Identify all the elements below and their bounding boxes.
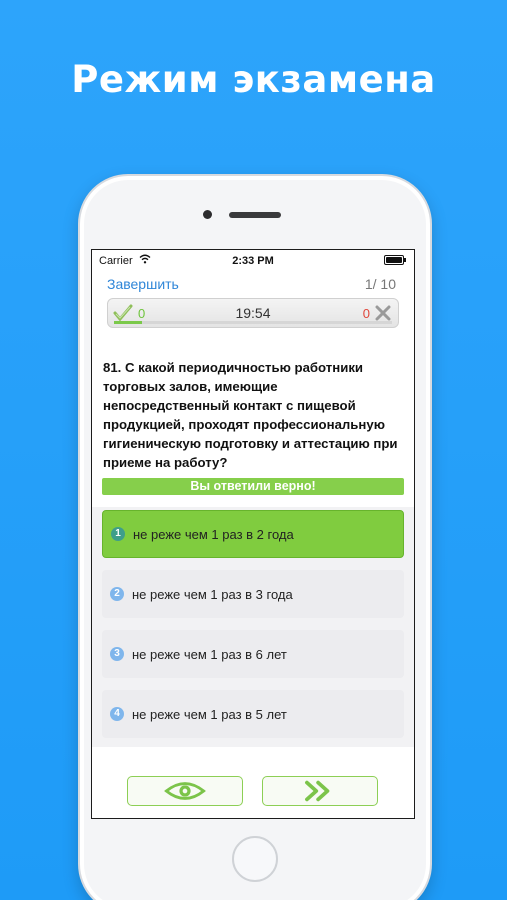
finish-button[interactable]: Завершить — [107, 276, 179, 292]
score-bar: 0 19:54 0 — [107, 298, 399, 328]
cross-icon — [375, 305, 391, 321]
headline: Режим экзамена — [71, 58, 436, 101]
answer-text: не реже чем 1 раз в 6 лет — [132, 646, 287, 662]
question-progress: 1/ 10 — [364, 276, 396, 292]
result-banner: Вы ответили верно! — [102, 478, 404, 495]
phone-camera — [203, 210, 212, 219]
answer-number: 3 — [110, 647, 124, 661]
answer-option-3[interactable]: 3 не реже чем 1 раз в 6 лет — [102, 630, 404, 678]
answer-text: не реже чем 1 раз в 2 года — [133, 526, 294, 542]
score-progress — [114, 321, 392, 324]
double-chevron-right-icon — [305, 780, 330, 802]
timer: 19:54 — [235, 305, 271, 321]
bottom-toolbar — [92, 776, 414, 808]
home-button — [232, 836, 278, 882]
answer-option-4[interactable]: 4 не реже чем 1 раз в 5 лет — [102, 690, 404, 738]
answer-option-1[interactable]: 1 не реже чем 1 раз в 2 года — [102, 510, 404, 558]
eye-icon — [164, 782, 206, 800]
status-time: 2:33 PM — [232, 255, 274, 267]
question-text: 81. С какой периодичностью работники тор… — [103, 360, 398, 470]
answer-text: не реже чем 1 раз в 5 лет — [132, 706, 287, 722]
answer-number: 1 — [111, 527, 125, 541]
answer-number: 2 — [110, 587, 124, 601]
app-screen: Carrier 2:33 PM Завершить 1/ 10 0 19:54 … — [91, 249, 415, 819]
answer-list: 1 не реже чем 1 раз в 2 года 2 не реже ч… — [92, 507, 414, 747]
status-bar: Carrier 2:33 PM — [92, 250, 414, 270]
next-question-button[interactable] — [262, 776, 378, 806]
nav-bar: Завершить 1/ 10 — [92, 270, 414, 298]
show-answer-button[interactable] — [127, 776, 243, 806]
answer-text: не реже чем 1 раз в 3 года — [132, 586, 293, 602]
phone-speaker — [229, 212, 281, 218]
answer-number: 4 — [110, 707, 124, 721]
battery-icon — [384, 255, 406, 265]
answer-option-2[interactable]: 2 не реже чем 1 раз в 3 года — [102, 570, 404, 618]
wrong-count: 0 — [362, 306, 370, 321]
